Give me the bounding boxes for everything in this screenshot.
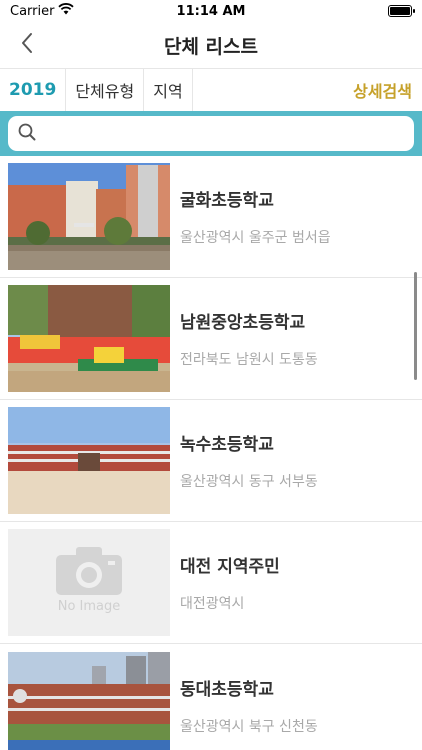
list-item[interactable]: No Image 대전 지역주민 대전광역시 [0,522,422,644]
battery-icon [388,5,415,17]
group-photo [8,407,170,514]
group-location: 울산광역시 북구 신천동 [180,718,318,735]
group-name: 남원중앙초등학교 [180,313,306,333]
group-name: 녹수초등학교 [180,435,274,455]
carrier-label: Carrier [10,3,55,19]
status-time: 11:14 AM [176,3,246,19]
group-location: 울산광역시 울주군 범서읍 [180,230,331,246]
no-image-placeholder: No Image [8,529,170,636]
group-name: 굴화초등학교 [180,191,274,211]
group-photo [8,285,170,392]
search-box[interactable] [8,116,414,151]
group-photo [8,651,170,750]
search-bar [0,111,422,156]
group-photo [8,163,170,270]
list-item-text: 굴화초등학교 울산광역시 울주군 범서읍 [170,186,331,247]
list-item[interactable]: 녹수초등학교 울산광역시 동구 서부동 [0,400,422,522]
search-icon [18,123,36,145]
list-item-text: 녹수초등학교 울산광역시 동구 서부동 [170,430,318,491]
wifi-icon [58,3,75,19]
filter-spacer [193,69,343,111]
group-list: 굴화초등학교 울산광역시 울주군 범서읍 남원중앙초등학교 전라북도 남원시 도… [0,156,422,750]
group-name: 대전 지역주민 [180,557,280,577]
list-item-text: 대전 지역주민 대전광역시 [170,552,280,613]
year-filter-tab[interactable]: 2019 [0,69,67,111]
navigation-bar: 단체 리스트 [0,22,422,68]
group-name: 동대초등학교 [180,679,274,700]
scrollbar[interactable] [414,272,417,380]
list-item-text: 동대초등학교 울산광역시 북구 신천동 [170,675,318,736]
list-item[interactable]: 굴화초등학교 울산광역시 울주군 범서읍 [0,156,422,278]
group-location: 울산광역시 동구 서부동 [180,474,318,490]
group-location: 전라북도 남원시 도통동 [180,352,318,368]
page-title: 단체 리스트 [163,35,258,58]
group-type-filter-tab[interactable]: 단체유형 [66,69,145,111]
list-item[interactable]: 동대초등학교 울산광역시 북구 신천동 [0,644,422,750]
camera-icon [56,547,122,595]
status-bar: Carrier 11:14 AM [0,0,422,22]
filter-bar: 2019 단체유형 지역 상세검색 [0,68,422,111]
list-item[interactable]: 남원중앙초등학교 전라북도 남원시 도통동 [0,278,422,400]
no-image-label: No Image [57,599,121,614]
search-input[interactable] [44,124,404,143]
list-item-text: 남원중앙초등학교 전라북도 남원시 도통동 [170,308,318,369]
chevron-left-icon [20,32,34,58]
region-filter-tab[interactable]: 지역 [144,69,193,111]
back-button[interactable] [14,32,40,58]
group-location: 대전광역시 [180,596,245,612]
detail-search-button[interactable]: 상세검색 [343,69,422,111]
status-left: Carrier [10,3,75,19]
